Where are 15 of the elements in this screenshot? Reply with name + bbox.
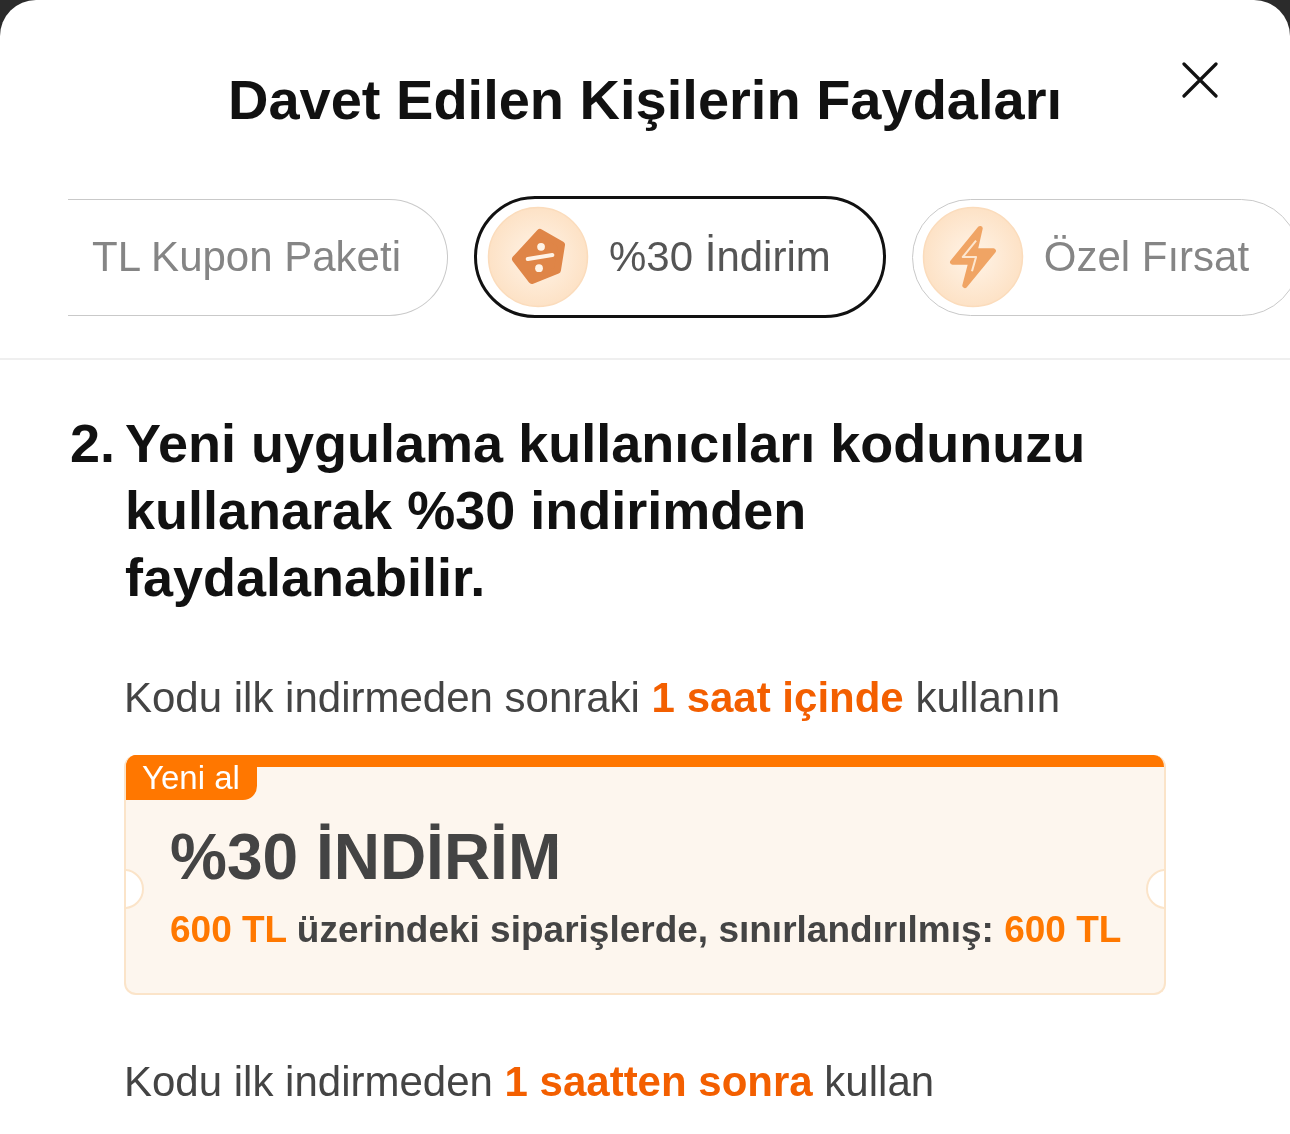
price-tag-icon xyxy=(487,206,589,308)
lightning-icon xyxy=(921,206,1024,308)
usage-note: Kodu ilk indirmeden sonraki 1 saat içinde kullanın xyxy=(124,673,1062,723)
tab[interactable]: %30 İndirim xyxy=(474,196,886,318)
benefit-heading: Yeni uygulama kullanıcıları kodunuzu kullanarak %30 indirimden faydalanabilir. xyxy=(125,412,1087,609)
tab[interactable]: Özel Fırsat xyxy=(911,198,1290,316)
usage-note: Kodu ilk indirmeden 1 saatten sonra kullan xyxy=(124,1057,936,1107)
coupon-condition: 600 TL üzerindeki siparişlerde, sınırlandırılmış: 600 TL xyxy=(170,908,1123,952)
list-number: 2. xyxy=(70,412,117,475)
tab[interactable]: TL Kupon Paketi xyxy=(68,198,448,316)
dialog-title: Davet Edilen Kişilerin Faydaları xyxy=(227,67,1063,133)
close-button[interactable] xyxy=(1182,62,1218,98)
coupon-badge: Yeni al xyxy=(126,755,257,800)
coupon-title: %30 İNDİRİM xyxy=(170,820,563,894)
close-icon xyxy=(1182,62,1218,98)
